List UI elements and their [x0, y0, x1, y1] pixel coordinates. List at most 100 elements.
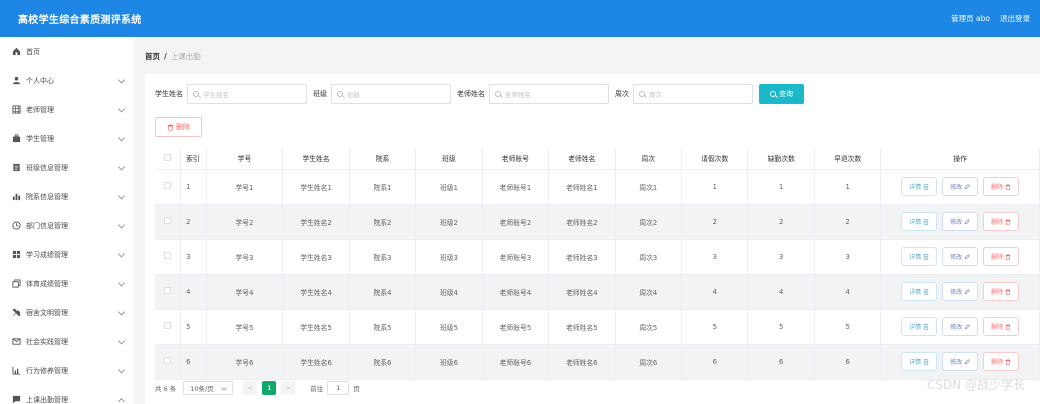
teacher-name-input[interactable]: 老师姓名	[489, 84, 609, 104]
goto-page-value: 1	[336, 384, 341, 392]
row-actions: 详情 修改 删除	[880, 274, 1040, 310]
week-input[interactable]: 周次	[633, 84, 753, 104]
sidebar-item[interactable]: 班级信息管理	[0, 153, 134, 182]
edit-button[interactable]: 修改	[942, 352, 979, 371]
sidebar-item-label: 首页	[26, 47, 40, 56]
table-cell: 3	[180, 239, 207, 275]
table-cell: 1	[180, 169, 207, 205]
prev-page-button[interactable]: <	[243, 381, 258, 395]
batch-delete-button[interactable]: 删除	[155, 117, 202, 137]
delete-button[interactable]: 删除	[983, 317, 1020, 336]
row-checkbox[interactable]	[164, 217, 172, 224]
search-button-label: 查询	[779, 90, 793, 98]
sidebar-item[interactable]: 宿舍文明管理	[0, 298, 134, 327]
row-select-cell	[155, 204, 182, 240]
edit-button[interactable]: 修改	[942, 247, 979, 266]
sidebar-item[interactable]: 部门信息管理	[0, 211, 134, 240]
breadcrumb-current: 上课出勤	[170, 52, 201, 61]
teacher-name-label: 老师姓名	[457, 90, 485, 98]
table-header-row: 索引 学号 学生姓名 院系 班级 老师账号 老师姓名 周次 请假次数 缺勤次数 早退次数 操作	[155, 148, 1040, 170]
edit-button[interactable]: 修改	[942, 177, 979, 196]
row-checkbox[interactable]	[164, 357, 172, 364]
detail-label: 详情	[909, 289, 922, 296]
sidebar-item[interactable]: 学生管理	[0, 124, 134, 153]
document-icon	[924, 183, 929, 190]
row-checkbox[interactable]	[164, 287, 172, 294]
logout-link[interactable]: 退出登录	[1000, 13, 1030, 24]
delete-button[interactable]: 删除	[983, 352, 1020, 371]
user-icon	[11, 76, 21, 86]
table-cell: 学生姓名5	[282, 309, 350, 345]
table-cell: 学号3	[206, 239, 284, 275]
table-cell: 老师账号5	[482, 309, 550, 345]
table-cell: 院系2	[349, 204, 417, 240]
edit-label: 修改	[950, 359, 963, 366]
document-icon	[924, 323, 929, 330]
table-cell: 班级5	[415, 309, 483, 345]
delete-button[interactable]: 删除	[983, 177, 1020, 196]
trash-icon	[1005, 218, 1011, 225]
table-cell: 3	[814, 239, 882, 275]
row-actions: 详情 修改 删除	[880, 204, 1040, 240]
search-icon	[770, 91, 776, 97]
edit-button[interactable]: 修改	[942, 282, 979, 301]
pagination: 共 6 条 10条/页 < 1 > 前往 1 页	[155, 381, 360, 395]
document-icon	[924, 358, 929, 365]
edit-icon	[964, 253, 971, 259]
row-checkbox[interactable]	[164, 252, 172, 259]
detail-button[interactable]: 详情	[901, 247, 938, 266]
sidebar-item-label: 社会实践管理	[26, 337, 68, 346]
search-icon	[193, 91, 199, 97]
detail-button[interactable]: 详情	[901, 352, 938, 371]
detail-button[interactable]: 详情	[901, 317, 938, 336]
goto-page-input[interactable]: 1	[327, 381, 350, 395]
table-cell: 5	[814, 309, 882, 345]
table-cell: 6	[747, 344, 815, 380]
sidebar-item[interactable]: 上课出勤管理	[0, 385, 134, 404]
edit-button[interactable]: 修改	[942, 212, 979, 231]
page-size-select[interactable]: 10条/页	[183, 381, 234, 395]
next-page-button[interactable]: >	[281, 381, 296, 395]
sidebar-item[interactable]: 行为修养管理	[0, 356, 134, 385]
delete-button[interactable]: 删除	[983, 247, 1020, 266]
detail-button[interactable]: 详情	[901, 212, 938, 231]
row-checkbox[interactable]	[164, 322, 172, 329]
row-actions: 详情 修改 删除	[880, 169, 1040, 205]
sidebar-item[interactable]: 院系信息管理	[0, 182, 134, 211]
column-header: 学号	[206, 148, 284, 170]
detail-button[interactable]: 详情	[901, 282, 938, 301]
sidebar-item[interactable]: 体育成绩管理	[0, 269, 134, 298]
breadcrumb-home[interactable]: 首页	[145, 52, 160, 61]
detail-label: 详情	[909, 254, 922, 261]
sidebar-item[interactable]: 个人中心	[0, 66, 134, 95]
delete-button[interactable]: 删除	[983, 282, 1020, 301]
sidebar-item[interactable]: 学习成绩管理	[0, 240, 134, 269]
page-number-button[interactable]: 1	[262, 381, 277, 395]
table-cell: 2	[180, 204, 207, 240]
row-checkbox[interactable]	[164, 182, 172, 189]
detail-button[interactable]: 详情	[901, 177, 938, 196]
delete-button[interactable]: 删除	[983, 212, 1020, 231]
sidebar-item[interactable]: 老师管理	[0, 95, 134, 124]
sidebar-item[interactable]: 社会实践管理	[0, 327, 134, 356]
week-label: 周次	[615, 90, 629, 98]
select-all-checkbox[interactable]	[164, 153, 172, 161]
row-select-cell	[155, 169, 182, 205]
edit-icon	[964, 288, 971, 294]
edit-icon	[964, 323, 971, 329]
table-cell: 班级3	[415, 239, 483, 275]
table-cell: 学生姓名2	[282, 204, 350, 240]
delete-label: 删除	[991, 289, 1004, 296]
class-input[interactable]: 班级	[331, 84, 451, 104]
column-header: 老师姓名	[548, 148, 616, 170]
table-cell: 5	[681, 309, 749, 345]
search-button[interactable]: 查询	[759, 84, 804, 104]
table-cell: 1	[747, 169, 815, 205]
table-cell: 2	[681, 204, 749, 240]
sidebar-item[interactable]: 首页	[0, 37, 134, 66]
chevron-down-icon	[117, 365, 126, 374]
breadcrumb-separator: /	[164, 52, 167, 61]
edit-button[interactable]: 修改	[942, 317, 979, 336]
student-name-placeholder: 学生姓名	[203, 91, 229, 99]
student-name-input[interactable]: 学生姓名	[187, 84, 307, 104]
